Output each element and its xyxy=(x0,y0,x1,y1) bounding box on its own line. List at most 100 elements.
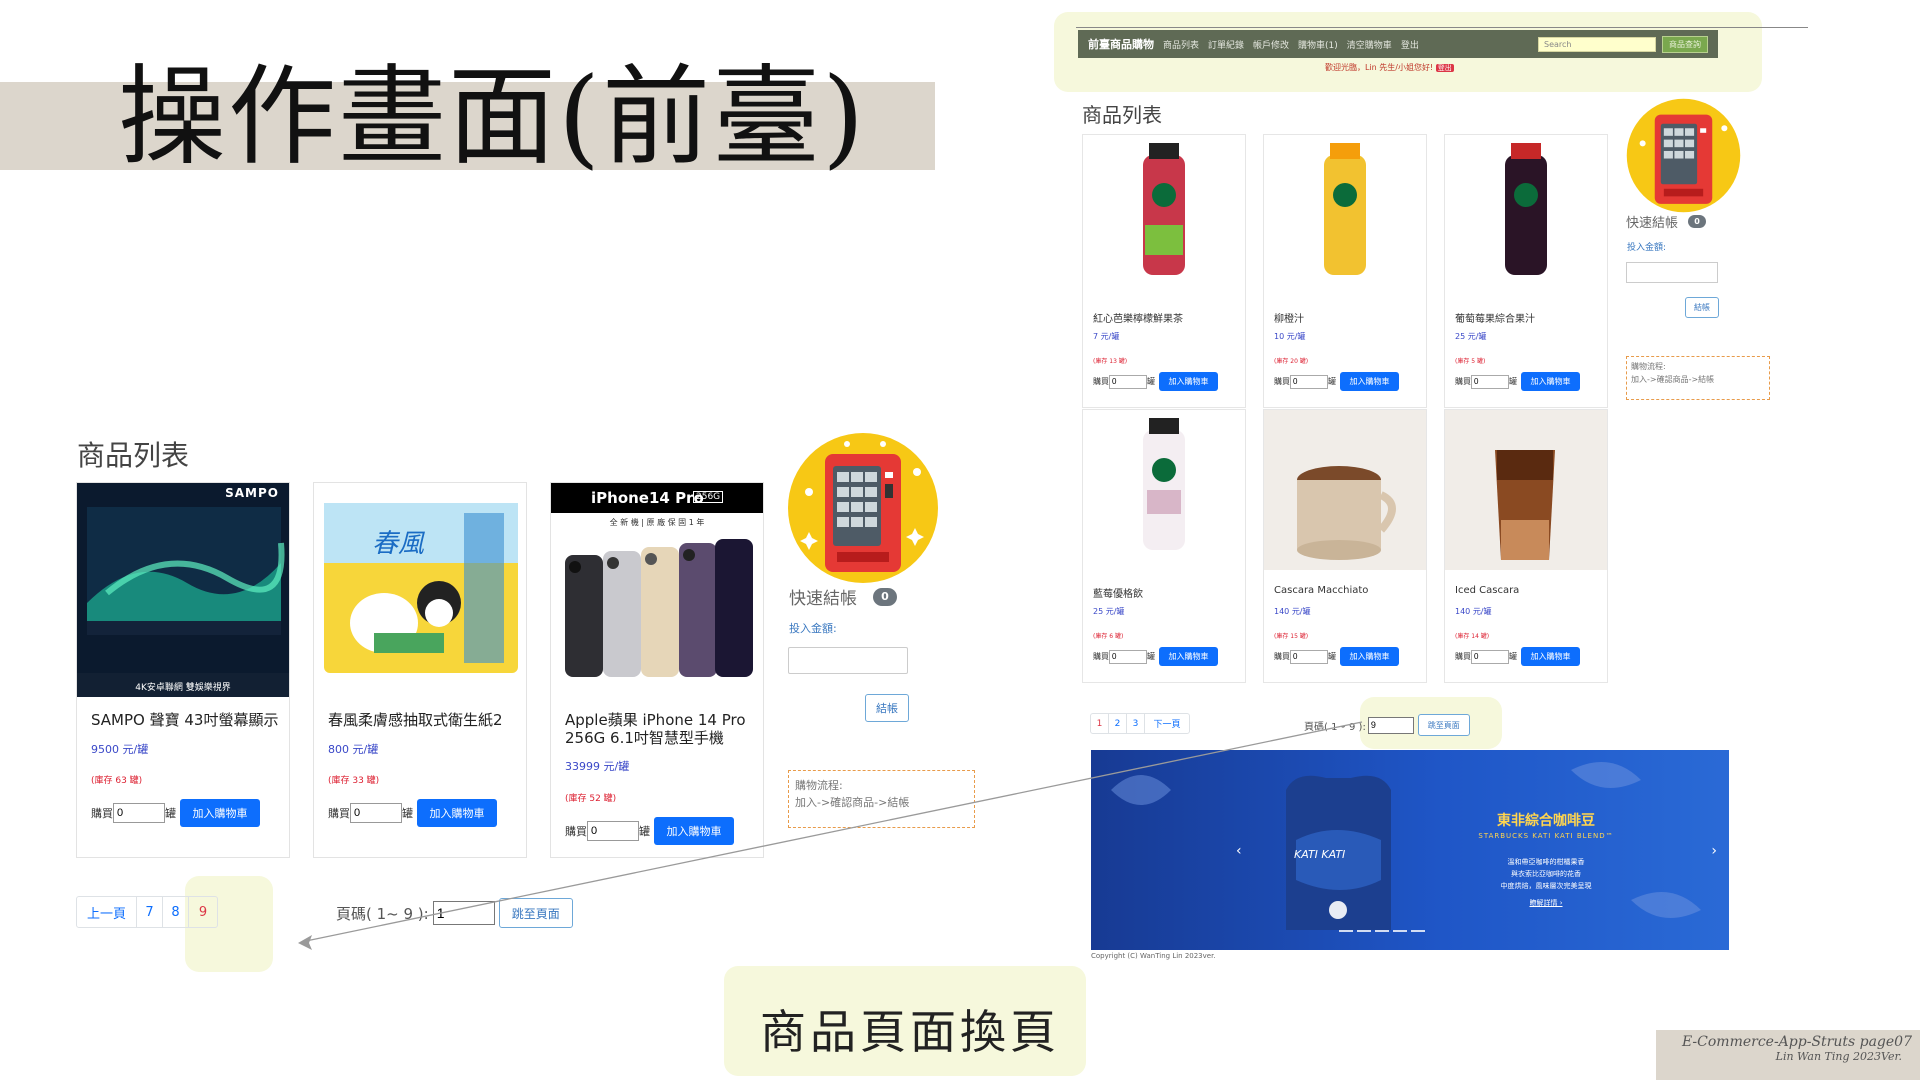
buy-row: 購買 罐加入購物車 xyxy=(1455,372,1580,391)
product-card: 柳橙汁 10 元/罐 (庫存 20 罐) 購買 罐加入購物車 xyxy=(1263,134,1427,408)
banner-line: 與衣索比亞咖啡的花香 xyxy=(1511,870,1581,878)
quantity-input[interactable] xyxy=(1471,374,1509,389)
search-button[interactable]: 商品查詢 xyxy=(1662,35,1708,53)
quantity-input[interactable] xyxy=(1471,649,1509,664)
add-to-cart-button[interactable]: 加入購物車 xyxy=(1340,647,1399,666)
product-image xyxy=(1143,418,1185,550)
product-stock: (庫存 15 罐) xyxy=(1274,633,1309,640)
buy-row: 購買 罐 加入購物車 xyxy=(91,799,260,827)
nav-item[interactable]: 商品列表 xyxy=(1163,38,1199,51)
page-link[interactable]: 7 xyxy=(137,897,163,927)
product-price: 25 元/罐 xyxy=(1093,607,1125,616)
bag-label: KATI KATI xyxy=(1294,848,1346,861)
image-caption: 全 新 機 | 原 廠 保 固 1 年 xyxy=(609,518,705,527)
top-navbar: 前臺商品購物 商品列表 訂單紀錄 帳戶修改 購物車(1) 清空購物車 登出 Se… xyxy=(1078,30,1718,58)
buy-row: 購買 罐加入購物車 xyxy=(1093,372,1218,391)
product-name: Cascara Macchiato xyxy=(1274,585,1369,596)
page-link[interactable]: 2 xyxy=(1109,714,1127,733)
unit-label: 罐 xyxy=(639,825,650,838)
product-name: 春風柔膚感抽取式衛生紙2 xyxy=(328,711,503,729)
product-price: 25 元/罐 xyxy=(1455,332,1487,341)
banner-more-link[interactable]: 瞭解詳情 › xyxy=(1421,898,1671,908)
add-to-cart-button[interactable]: 加入購物車 xyxy=(1159,372,1218,391)
unit-label: 罐 xyxy=(1328,377,1336,386)
prev-page-link[interactable]: 上一頁 xyxy=(77,897,137,927)
amount-input[interactable] xyxy=(788,647,908,674)
quantity-input[interactable] xyxy=(587,821,639,841)
quantity-input[interactable] xyxy=(1109,649,1147,664)
add-to-cart-button[interactable]: 加入購物車 xyxy=(1159,647,1218,666)
footer-tag: E-Commerce-App-Struts page07 Lin Wan Tin… xyxy=(1656,1030,1920,1080)
promo-banner[interactable]: › ‹ KATI KATI 東非綜合咖啡豆 STARBUCKS KATI KAT… xyxy=(1091,750,1729,950)
banner-line: 溫和帶亞咖啡的柑橘果香 xyxy=(1507,858,1585,866)
vending-machine-icon xyxy=(787,432,939,584)
product-card: Iced Cascara 140 元/罐 (庫存 14 罐) 購買 罐加入購物車 xyxy=(1444,409,1608,683)
product-image: SAMPO 4K安卓聯網 雙娛樂視界 xyxy=(77,483,289,697)
welcome-text: 歡迎光臨，Lin 先生/小姐您好! xyxy=(1325,63,1434,72)
product-card: 葡萄莓果綜合果汁 25 元/罐 (庫存 5 罐) 購買 罐加入購物車 xyxy=(1444,134,1608,408)
buy-row: 購買 罐加入購物車 xyxy=(1455,647,1580,666)
product-stock: (庫存 13 罐) xyxy=(1093,358,1128,365)
nav-item[interactable]: 帳戶修改 xyxy=(1253,38,1289,51)
unit-label: 罐 xyxy=(1509,652,1517,661)
product-name: 柳橙汁 xyxy=(1274,314,1304,325)
quantity-input[interactable] xyxy=(1290,649,1328,664)
checkout-button[interactable]: 結帳 xyxy=(1685,297,1719,318)
page-link[interactable]: 8 xyxy=(163,897,189,927)
add-to-cart-button[interactable]: 加入購物車 xyxy=(1340,372,1399,391)
next-page-link[interactable]: 下一頁 xyxy=(1145,714,1189,733)
product-card: iPhone14 Pro 256G 全 新 機 | 原 廠 保 固 1 年 Ap… xyxy=(550,482,764,858)
quantity-input[interactable] xyxy=(1290,374,1328,389)
add-to-cart-button[interactable]: 加入購物車 xyxy=(1521,372,1580,391)
nav-item[interactable]: 登出 xyxy=(1401,38,1419,51)
product-image xyxy=(1505,143,1547,275)
page-jump-input[interactable] xyxy=(1367,716,1414,734)
quick-checkout-title-row: 快速結帳 0 xyxy=(789,584,897,609)
unit-label: 罐 xyxy=(402,807,413,820)
quick-checkout-title: 快速結帳 xyxy=(789,589,857,609)
navbar-brand[interactable]: 前臺商品購物 xyxy=(1088,36,1154,52)
page-jump-button[interactable]: 跳至頁面 xyxy=(1417,714,1470,736)
page-link-active[interactable]: 1 xyxy=(1091,714,1109,733)
page-jump-input[interactable] xyxy=(432,901,495,925)
buy-label: 購買 xyxy=(565,825,587,838)
page-link[interactable]: 3 xyxy=(1127,714,1145,733)
quantity-input[interactable] xyxy=(350,803,402,823)
footer-line2: Lin Wan Ting 2023Ver. xyxy=(1775,1050,1902,1063)
page-link-active[interactable]: 9 xyxy=(189,897,217,927)
product-card: 春風 春風柔膚感抽取式衛生紙2 800 元/罐 (庫存 33 罐) 購買 罐 加… xyxy=(313,482,527,858)
svg-text:›: › xyxy=(1711,843,1717,859)
product-name: Apple蘋果 iPhone 14 Pro 256G 6.1吋智慧型手機 xyxy=(565,711,746,747)
nav-item-cart[interactable]: 購物車(1) xyxy=(1298,38,1338,51)
slide-title: 操作畫面(前臺) xyxy=(118,55,867,180)
amount-input[interactable] xyxy=(1626,262,1718,283)
nav-item[interactable]: 訂單紀錄 xyxy=(1208,38,1244,51)
quick-checkout-title-row: 快速結帳 0 xyxy=(1626,212,1707,231)
add-to-cart-button[interactable]: 加入購物車 xyxy=(1521,647,1580,666)
page-jump-row: 頁碼( 1~ 9 ): 跳至頁面 xyxy=(336,898,573,928)
product-stock: (庫存 14 罐) xyxy=(1455,633,1490,640)
pagination: 1 2 3 下一頁 xyxy=(1090,713,1190,734)
page-jump-button[interactable]: 跳至頁面 xyxy=(498,898,573,928)
checkout-button[interactable]: 結帳 xyxy=(865,694,909,722)
logout-button[interactable]: 登出 xyxy=(1435,64,1454,72)
add-to-cart-button[interactable]: 加入購物車 xyxy=(180,799,260,827)
product-stock: (庫存 5 罐) xyxy=(1455,358,1486,365)
brand-logo: iPhone14 Pro xyxy=(591,489,704,507)
buy-label: 購買 xyxy=(1093,652,1109,661)
search-input[interactable]: Search xyxy=(1538,36,1656,52)
add-to-cart-button[interactable]: 加入購物車 xyxy=(654,817,734,845)
banner-subtitle: STARBUCKS KATI KATI BLEND™ xyxy=(1478,832,1614,840)
buy-label: 購買 xyxy=(91,807,113,820)
quantity-input[interactable] xyxy=(1109,374,1147,389)
quantity-input[interactable] xyxy=(113,803,165,823)
page-jump-label: 頁碼( 1~ 9 ): xyxy=(336,904,429,923)
nav-item[interactable]: 清空購物車 xyxy=(1347,38,1392,51)
add-to-cart-button[interactable]: 加入購物車 xyxy=(417,799,497,827)
pagination: 上一頁 7 8 9 xyxy=(76,896,218,928)
product-image xyxy=(1143,143,1185,275)
flow-label: 購物流程: xyxy=(1631,362,1666,371)
shopping-flow-box: 購物流程: 加入->確認商品->結帳 xyxy=(1626,356,1770,400)
product-name: 藍莓優格飲 xyxy=(1093,589,1143,600)
flow-steps: 加入->確認商品->結帳 xyxy=(795,796,910,809)
